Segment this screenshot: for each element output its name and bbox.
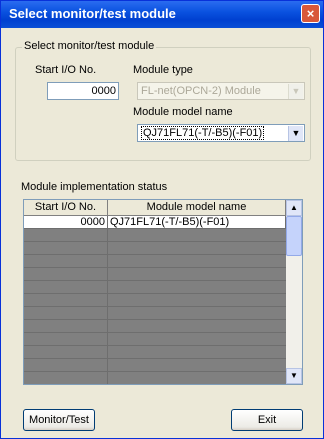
table-row[interactable] [24,346,286,359]
module-type-value: FL-net(OPCN-2) Module [141,85,261,97]
table-row[interactable] [24,320,286,333]
monitor-test-button[interactable]: Monitor/Test [23,409,95,431]
table-row[interactable] [24,333,286,346]
table-row[interactable] [24,255,286,268]
title-bar[interactable]: Select monitor/test module × [1,1,323,28]
cell-start-io: 0000 [24,216,108,228]
module-model-label: Module model name [133,106,233,118]
start-io-input[interactable]: 0000 [47,82,119,100]
start-io-label: Start I/O No. [35,64,97,76]
table-row[interactable] [24,359,286,372]
start-io-value: 0000 [91,85,116,97]
table-row[interactable] [24,372,286,384]
close-icon: × [306,6,315,21]
table-row[interactable] [24,242,286,255]
table-row[interactable]: 0000 QJ71FL71(-T/-B5)(-F01) [24,216,286,229]
module-type-label: Module type [133,64,193,76]
scroll-down-icon[interactable]: ▼ [286,368,302,384]
cell-model: QJ71FL71(-T/-B5)(-F01) [108,216,286,228]
table-row[interactable] [24,281,286,294]
table-row[interactable] [24,229,286,242]
select-module-dialog: Select monitor/test module × Select moni… [0,0,324,439]
exit-button[interactable]: Exit [231,409,303,431]
column-header-model[interactable]: Module model name [108,200,286,215]
table-header: Start I/O No. Module model name [24,200,286,216]
close-button[interactable]: × [301,4,320,23]
scroll-up-icon[interactable]: ▲ [286,200,302,216]
implementation-status-label: Module implementation status [21,181,168,193]
dropdown-arrow-icon: ▼ [288,84,303,99]
table-row[interactable] [24,294,286,307]
vertical-scrollbar[interactable]: ▲ ▼ [286,200,302,384]
group-legend: Select monitor/test module [22,40,157,52]
table-row[interactable] [24,307,286,320]
table-row[interactable] [24,268,286,281]
module-model-value: QJ71FL71(-T/-B5)(-F01) [141,126,265,140]
column-header-start-io[interactable]: Start I/O No. [24,200,108,215]
module-model-select[interactable]: QJ71FL71(-T/-B5)(-F01) ▼ [137,124,305,142]
module-status-table[interactable]: Start I/O No. Module model name 0000 QJ7… [23,199,303,385]
scroll-thumb[interactable] [286,216,302,256]
window-title: Select monitor/test module [9,6,176,21]
module-type-select: FL-net(OPCN-2) Module ▼ [137,82,305,100]
dropdown-arrow-icon[interactable]: ▼ [288,126,303,141]
